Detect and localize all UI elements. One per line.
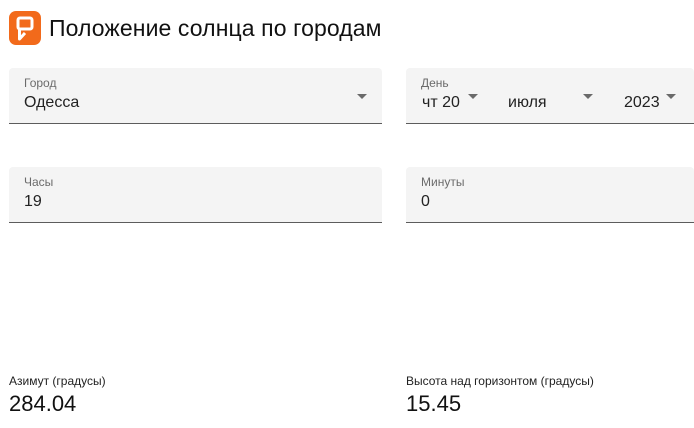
app-logo-icon: [9, 11, 41, 45]
hours-value: 19: [24, 193, 42, 210]
minutes-label: Минуты: [421, 175, 465, 189]
city-value: Одесса: [24, 94, 80, 111]
month-value: июля: [508, 94, 547, 111]
azimuth-label: Азимут (градусы): [9, 374, 106, 388]
altitude-label: Высота над горизонтом (градусы): [406, 374, 594, 388]
city-select[interactable]: Город Одесса: [9, 68, 382, 124]
day-select[interactable]: чт 20: [406, 68, 494, 123]
month-select[interactable]: июля: [494, 68, 608, 123]
hours-field[interactable]: Часы 19: [9, 167, 382, 223]
azimuth-value: 284.04: [9, 391, 77, 416]
chevron-down-icon: [666, 94, 676, 99]
app-header: Положение солнца по городам: [9, 10, 382, 46]
day-value: чт 20: [422, 94, 460, 111]
date-field: День чт 20 июля 2023: [406, 68, 694, 124]
chevron-down-icon: [583, 94, 593, 99]
minutes-field[interactable]: Минуты 0: [406, 167, 694, 223]
city-label: Город: [24, 76, 57, 90]
minutes-value: 0: [421, 193, 430, 210]
chevron-down-icon: [468, 94, 478, 99]
hours-label: Часы: [24, 175, 54, 189]
year-select[interactable]: 2023: [608, 68, 694, 123]
chevron-down-icon: [357, 94, 367, 99]
altitude-value: 15.45: [406, 391, 462, 416]
page-title: Положение солнца по городам: [49, 14, 382, 41]
year-value: 2023: [624, 94, 660, 111]
